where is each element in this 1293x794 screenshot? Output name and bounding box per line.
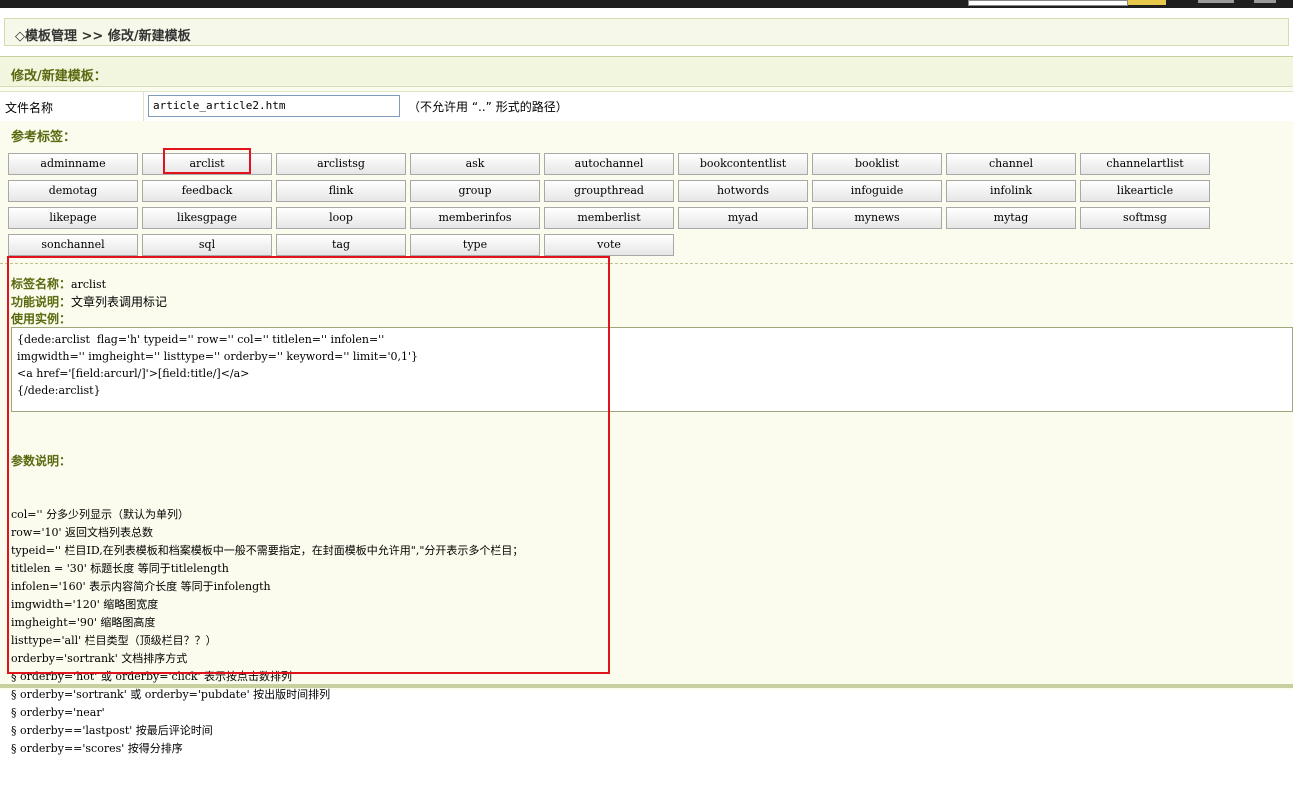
tag-func-line: 功能说明：文章列表调用标记 bbox=[11, 293, 167, 310]
tag-button-softmsg[interactable]: softmsg bbox=[1080, 207, 1210, 229]
param-line: infolen='160' 表示内容简介长度 等同于infolength bbox=[11, 580, 271, 593]
top-search-input[interactable] bbox=[968, 0, 1128, 6]
tag-button-myad[interactable]: myad bbox=[678, 207, 808, 229]
param-line: col='' 分多少列显示（默认为单列） bbox=[11, 508, 190, 521]
example-code-box[interactable]: {dede:arclist flag='h' typeid='' row='' … bbox=[11, 327, 1293, 412]
ref-tags-title-bar: 参考标签： bbox=[0, 121, 1293, 147]
divider bbox=[143, 92, 144, 122]
params-title: 参数说明： bbox=[11, 454, 72, 468]
tag-button-channelartlist[interactable]: channelartlist bbox=[1080, 153, 1210, 175]
tag-button-mytag[interactable]: mytag bbox=[946, 207, 1076, 229]
tag-button-sonchannel[interactable]: sonchannel bbox=[8, 234, 138, 256]
tag-button-feedback[interactable]: feedback bbox=[142, 180, 272, 202]
tag-func-value: 文章列表调用标记 bbox=[71, 295, 168, 309]
param-line: orderby='sortrank' 文档排序方式 bbox=[11, 652, 188, 665]
file-name-hint: （不允许用 “..” 形式的路径） bbox=[408, 100, 568, 114]
param-line: row='10' 返回文档列表总数 bbox=[11, 526, 154, 539]
param-line: § orderby=='scores' 按得分排序 bbox=[11, 742, 183, 755]
file-name-label: 文件名称 bbox=[5, 101, 54, 115]
bottom-bar bbox=[0, 684, 1293, 688]
tag-button-infolink[interactable]: infolink bbox=[946, 180, 1076, 202]
section-title: 修改/新建模板： bbox=[11, 69, 107, 84]
tag-button-ask[interactable]: ask bbox=[410, 153, 540, 175]
tag-button-flink[interactable]: flink bbox=[276, 180, 406, 202]
tag-button-arclistsg[interactable]: arclistsg bbox=[276, 153, 406, 175]
tag-button-likesgpage[interactable]: likesgpage bbox=[142, 207, 272, 229]
params-list: 参数说明： col='' 分多少列显示（默认为单列） row='10' 返回文档列… bbox=[11, 416, 523, 794]
param-line: listtype='all' 栏目类型（顶级栏目？？） bbox=[11, 634, 217, 647]
tag-button-vote[interactable]: vote bbox=[544, 234, 674, 256]
tag-button-booklist[interactable]: booklist bbox=[812, 153, 942, 175]
tag-name-label: 标签名称： bbox=[11, 277, 72, 291]
file-name-row: 文件名称 article_article2.htm （不允许用 “..” 形式的… bbox=[0, 91, 1293, 123]
top-link[interactable] bbox=[1198, 0, 1234, 3]
tag-button-likearticle[interactable]: likearticle bbox=[1080, 180, 1210, 202]
tag-name-line: 标签名称：arclist bbox=[11, 275, 106, 292]
breadcrumb-text: ◇模板管理 >> 修改/新建模板 bbox=[15, 29, 191, 44]
tag-button-mynews[interactable]: mynews bbox=[812, 207, 942, 229]
tag-button-tag[interactable]: tag bbox=[276, 234, 406, 256]
tag-button-likepage[interactable]: likepage bbox=[8, 207, 138, 229]
tag-button-groupthread[interactable]: groupthread bbox=[544, 180, 674, 202]
ref-tags-title: 参考标签： bbox=[11, 130, 77, 145]
param-line: titlelen = '30' 标题长度 等同于titlelength bbox=[11, 562, 229, 575]
tag-button-adminname[interactable]: adminname bbox=[8, 153, 138, 175]
tag-button-infoguide[interactable]: infoguide bbox=[812, 180, 942, 202]
tag-button-memberlist[interactable]: memberlist bbox=[544, 207, 674, 229]
param-line: § orderby='near' bbox=[11, 706, 105, 719]
tag-info-area: 标签名称：arclist 功能说明：文章列表调用标记 使用实例： {dede:a… bbox=[0, 263, 1293, 755]
tag-button-sql[interactable]: sql bbox=[142, 234, 272, 256]
tag-button-arclist[interactable]: arclist bbox=[142, 153, 272, 175]
tag-button-autochannel[interactable]: autochannel bbox=[544, 153, 674, 175]
tag-example-label: 使用实例： bbox=[11, 312, 72, 326]
param-line: imgwidth='120' 缩略图宽度 bbox=[11, 598, 159, 611]
param-line: § orderby='sortrank' 或 orderby='pubdate'… bbox=[11, 688, 331, 701]
tag-button-memberinfos[interactable]: memberinfos bbox=[410, 207, 540, 229]
param-line: imgheight='90' 缩略图高度 bbox=[11, 616, 156, 629]
file-name-input[interactable]: article_article2.htm bbox=[148, 95, 400, 117]
params-items: col='' 分多少列显示（默认为单列） row='10' 返回文档列表总数 typ… bbox=[11, 506, 523, 758]
top-search-button[interactable] bbox=[1128, 0, 1166, 5]
tag-button-loop[interactable]: loop bbox=[276, 207, 406, 229]
section-title-bar: 修改/新建模板： bbox=[0, 57, 1293, 87]
tag-button-demotag[interactable]: demotag bbox=[8, 180, 138, 202]
tag-func-label: 功能说明： bbox=[11, 295, 72, 309]
template-edit-panel: 修改/新建模板： 文件名称 article_article2.htm （不允许用… bbox=[0, 56, 1293, 755]
tag-button-channel[interactable]: channel bbox=[946, 153, 1076, 175]
tag-button-group[interactable]: group bbox=[410, 180, 540, 202]
top-link[interactable] bbox=[1254, 0, 1276, 3]
tag-button-bookcontentlist[interactable]: bookcontentlist bbox=[678, 153, 808, 175]
breadcrumb: ◇模板管理 >> 修改/新建模板 bbox=[4, 18, 1289, 46]
param-line: § orderby=='lastpost' 按最后评论时间 bbox=[11, 724, 213, 737]
param-line: typeid='' 栏目ID,在列表模板和档案模板中一般不需要指定，在封面模板中… bbox=[11, 544, 524, 557]
tag-name-value: arclist bbox=[71, 278, 107, 291]
tag-example-line: 使用实例： bbox=[11, 310, 71, 327]
tag-button-hotwords[interactable]: hotwords bbox=[678, 180, 808, 202]
tag-button-type[interactable]: type bbox=[410, 234, 540, 256]
